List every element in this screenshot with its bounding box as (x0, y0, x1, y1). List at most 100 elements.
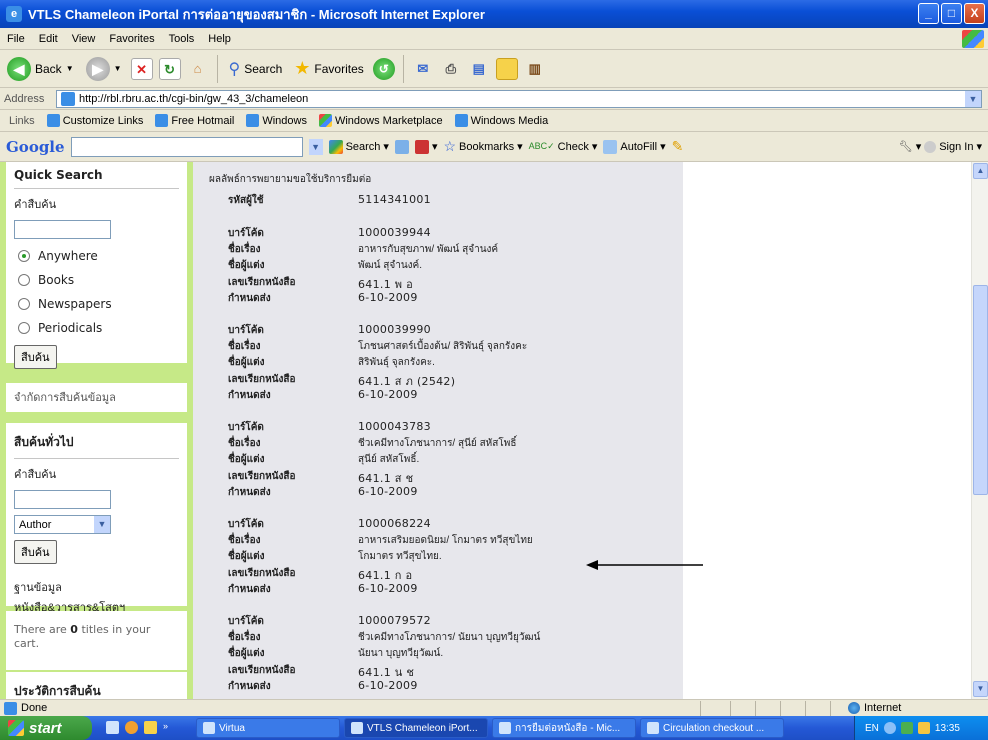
status-text: Done (21, 702, 48, 714)
security-zone: Internet (848, 702, 901, 714)
item-due: 6-10-2009 (358, 484, 418, 498)
volume-icon[interactable] (917, 722, 930, 734)
radio-periodicals[interactable]: Periodicals (18, 321, 179, 335)
refresh-icon[interactable]: ↻ (158, 57, 181, 80)
windows-flag-icon (8, 720, 24, 736)
google-search-input[interactable] (70, 136, 303, 157)
general-search-button[interactable]: สืบค้น (14, 540, 57, 564)
forward-button[interactable]: ▶ ▼ (83, 54, 125, 84)
search-history-link[interactable]: ประวัติการสืบค้น (14, 682, 179, 699)
folder-icon[interactable] (495, 57, 518, 80)
start-label: start (29, 719, 62, 737)
radio-dot (18, 298, 30, 310)
field-label: ชื่อเรื่อง (228, 341, 261, 353)
cart-count: 0 (70, 623, 78, 636)
scroll-down-icon[interactable]: ▼ (973, 681, 988, 697)
maximize-button[interactable]: □ (941, 3, 962, 24)
start-button[interactable]: start (0, 716, 92, 740)
link-customize[interactable]: Customize Links (42, 114, 149, 127)
popup-blocker-button[interactable]: ▾ (414, 139, 437, 154)
desktop-launch-icon[interactable] (144, 721, 157, 734)
bookmarks-button[interactable]: ☆ Bookmarks ▾ (443, 138, 522, 155)
home-icon[interactable]: ⌂ (187, 58, 209, 80)
network-icon[interactable] (900, 722, 913, 734)
spellcheck-button[interactable]: ABC✓ Check ▾ (529, 140, 598, 154)
google-search-label: Search (345, 140, 381, 153)
bookmarks-label: Bookmarks (459, 140, 515, 153)
field-label: ชื่อผู้แต่ง (228, 260, 265, 272)
menu-tools[interactable]: Tools (162, 33, 202, 45)
limit-search-link[interactable]: จำกัดการสืบค้นข้อมูล (14, 391, 116, 404)
item-due: 6-10-2009 (358, 387, 418, 401)
ie-launch-icon[interactable] (106, 721, 119, 734)
link-media[interactable]: Windows Media (450, 114, 554, 127)
address-input[interactable]: http://rbl.rbru.ac.th/cgi-bin/gw_43_3/ch… (56, 90, 982, 108)
plus-icon[interactable] (394, 139, 409, 154)
research-icon[interactable]: ▥ (524, 58, 546, 80)
item-due: 6-10-2009 (358, 581, 418, 595)
chevron-right-icon[interactable]: » (163, 721, 168, 734)
quick-search-button[interactable]: สืบค้น (14, 345, 57, 369)
tray-collapse-icon[interactable] (883, 722, 896, 734)
menu-edit[interactable]: Edit (32, 33, 65, 45)
quick-search-input[interactable] (14, 220, 111, 239)
radio-newspapers[interactable]: Newspapers (18, 297, 179, 311)
signin-button[interactable]: 🔧︎ ▾ Sign In ▾ (899, 140, 982, 153)
item-due-row: กำหนดส่ง 6-10-2009 (228, 291, 418, 306)
divider (14, 458, 179, 459)
ie-icon (351, 722, 363, 734)
taskbar-virtua[interactable]: Virtua (196, 718, 340, 738)
print-icon[interactable]: ⎙ (440, 58, 462, 80)
link-windows[interactable]: Windows (241, 114, 312, 127)
google-logo: Google (6, 137, 65, 156)
radio-anywhere[interactable]: Anywhere (18, 249, 179, 263)
radio-books[interactable]: Books (18, 273, 179, 287)
mail-icon[interactable]: ✉ (412, 58, 434, 80)
item-barcode: 1000079572 (358, 614, 431, 627)
link-label: Free Hotmail (171, 114, 235, 127)
status-separator (780, 701, 781, 716)
search-button[interactable]: ⚲ Search (226, 54, 286, 84)
system-tray: EN 13:35 (854, 716, 988, 740)
cart-prefix: There are (14, 623, 71, 636)
general-search-input[interactable] (14, 490, 111, 509)
link-marketplace[interactable]: Windows Marketplace (314, 114, 448, 127)
menu-file[interactable]: File (0, 33, 32, 45)
back-button[interactable]: ◀ Back ▼ (4, 54, 77, 84)
stop-icon[interactable]: ✕ (130, 57, 153, 80)
radio-dot (18, 322, 30, 334)
browser-content: Quick Search คำสืบค้น Anywhere Books New… (0, 162, 988, 699)
link-hotmail[interactable]: Free Hotmail (150, 114, 239, 127)
field-label: ชื่อเรื่อง (228, 244, 261, 256)
scroll-up-icon[interactable]: ▲ (973, 163, 988, 179)
taskbar-renewal[interactable]: การยืมต่อหนังสือ - Mic... (492, 718, 636, 738)
window-titlebar[interactable]: e VTLS Chameleon iPortal การต่ออายุของสม… (0, 0, 988, 28)
taskbar-circulation[interactable]: Circulation checkout ... (640, 718, 784, 738)
field-select[interactable]: Author ▼ (14, 515, 111, 534)
media-launch-icon[interactable] (125, 721, 138, 734)
scroll-thumb[interactable] (973, 285, 988, 495)
menu-view[interactable]: View (65, 33, 103, 45)
menu-help[interactable]: Help (201, 33, 238, 45)
close-button[interactable]: X (964, 3, 985, 24)
clock: 13:35 (934, 722, 960, 734)
favorites-button[interactable]: ★ Favorites (291, 54, 367, 84)
vertical-scrollbar[interactable]: ▲ ▼ (971, 162, 988, 699)
google-search-button[interactable]: Search ▾ (328, 139, 389, 154)
item-author-row: ชื่อผู้แต่ง นัยนา บุญทวียุวัฒน์. (228, 646, 443, 661)
item-barcode-row: บาร์โค้ด 1000068224 (228, 517, 431, 532)
sidebar: Quick Search คำสืบค้น Anywhere Books New… (0, 162, 193, 699)
edit-icon[interactable]: ▤ (468, 58, 490, 80)
radio-label: Books (38, 273, 75, 287)
chevron-down-icon[interactable]: ▼ (308, 138, 323, 155)
autofill-button[interactable]: AutoFill ▾ (603, 139, 666, 154)
language-indicator[interactable]: EN (865, 723, 879, 734)
chevron-down-icon[interactable]: ▼ (965, 91, 981, 107)
history-icon[interactable]: ↺ (372, 57, 395, 80)
item-due-row: กำหนดส่ง 6-10-2009 (228, 582, 418, 597)
search-label: Search (244, 61, 283, 76)
highlighter-icon[interactable]: ✎ (672, 138, 684, 155)
taskbar-vtls[interactable]: VTLS Chameleon iPort... (344, 718, 488, 738)
menu-favorites[interactable]: Favorites (102, 33, 161, 45)
minimize-button[interactable]: _ (918, 3, 939, 24)
